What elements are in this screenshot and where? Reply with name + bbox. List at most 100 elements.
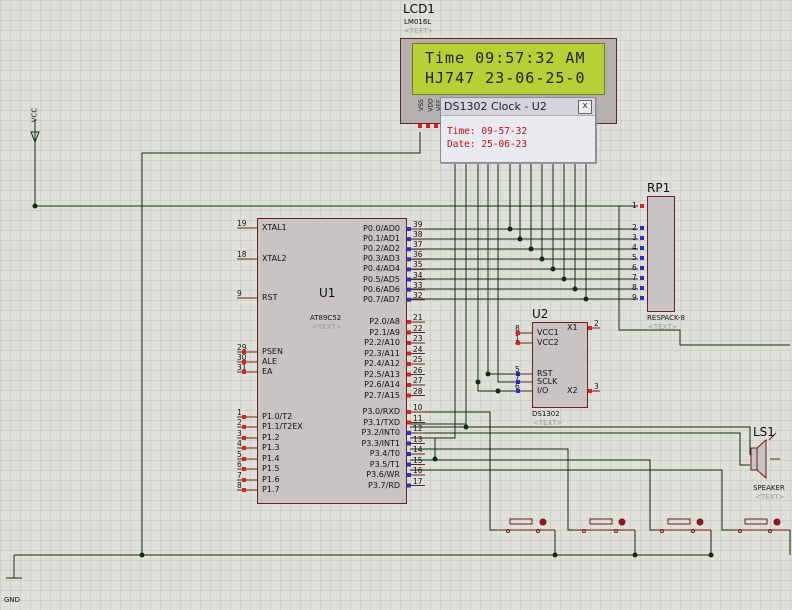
u2-pin-number: 3 [594,382,599,391]
u1-pin-number: 8 [237,481,242,490]
u1-pin-number: 10 [413,403,423,412]
u1-pin-label: P3.2/INT0 [361,428,400,437]
key-1[interactable] [497,518,555,533]
u1-pin-number: 34 [413,270,423,280]
u1-pin-number: 13 [413,434,423,444]
u1-pin-number: 21 [413,313,423,322]
pin-marker [407,473,411,477]
u1-pin-label: P3.6/WR [366,470,400,479]
pin-marker [640,296,644,300]
u1-pin-number: 16 [413,466,423,475]
pin-marker [242,425,246,429]
u1-pin-number: 35 [413,260,423,270]
pin-marker [640,256,644,260]
u1-pin-label: P2.4/A12 [364,359,400,368]
u1-pin-number: 4 [237,439,242,448]
vcc-symbol [30,120,40,144]
pin-marker [407,341,411,345]
rp1-pin-number: 3 [632,233,637,242]
u1-pin-label: P2.1/A9 [369,327,400,337]
u1-pin-label: P2.7/A15 [364,390,400,400]
u1-pin-number: 7 [237,471,242,480]
u2-pin-number: 7 [515,373,520,382]
pin-marker [407,362,411,366]
speaker-symbol[interactable] [750,432,780,480]
pin-marker [242,488,246,492]
key-2[interactable] [573,518,635,533]
u1-pin-number: 2 [237,418,242,427]
u1-pin-number: 6 [237,460,242,469]
u2-pin-label: VCC1 [537,328,559,337]
u1-pin-label: P2.0/A8 [369,317,400,326]
u1-pin-label: P1.4 [262,454,280,463]
u1-pin-label: P2.5/A13 [364,369,400,379]
u1-pin-number: 1 [237,408,242,417]
u2-ref: U2 [532,307,549,321]
popup-time-value: 09-57-32 [481,126,528,137]
u1-pin-label: P3.7/RD [368,480,400,490]
u1-pin-label: P2.6/A14 [364,380,400,389]
key-4[interactable] [733,518,790,533]
pin-marker [407,372,411,377]
pin-marker [242,446,246,450]
u2-pin-number: 6 [515,382,520,391]
pin-marker [242,478,246,482]
ls1-ref: LS1 [753,425,775,439]
rp1-body[interactable] [647,196,675,312]
pin-marker [407,393,411,398]
rp1-part: RESPACK-8 [647,314,685,322]
u1-pin-number: 33 [413,280,423,290]
u1-pin-label: P3.4/T0 [369,449,400,458]
pin-marker [407,441,411,446]
pin-marker [407,320,411,324]
pin-marker [407,257,411,262]
pin-marker [640,236,644,240]
u1-pin-label: P0.1/AD1 [363,234,400,244]
u1-pin-label: P3.1/TXD [363,417,400,427]
u2-text-field: <TEXT> [533,419,563,427]
key-3[interactable] [655,518,711,533]
pin-marker [407,287,411,292]
pin-marker [407,483,411,488]
pin-marker [407,431,411,435]
pin-marker [407,383,411,387]
u1-pin-label: RST [262,293,278,302]
u2-part: DS1302 [532,410,560,418]
rp1-pin-number: 1 [632,201,637,210]
ds1302-clock-popup[interactable]: DS1302 Clock - U2 x Time: 09-57-32 Date:… [440,97,596,163]
popup-titlebar[interactable]: DS1302 Clock - U2 x [441,98,595,116]
pin-marker [242,436,246,440]
rp1-pin-number: 9 [632,293,637,302]
close-icon[interactable]: x [578,100,592,114]
rp1-pin-number: 4 [632,243,637,252]
u1-pin-number: 38 [413,230,423,240]
u1-pin-number: 19 [237,219,247,228]
u1-pin-label: XTAL2 [262,254,287,263]
pin-marker [407,330,411,335]
u1-pin-label: P3.3/INT1 [361,438,400,448]
u1-pin-number: 37 [413,240,423,250]
u1-pin-number: 30 [237,353,247,362]
rp1-pin-number: 2 [632,223,637,232]
u1-pin-number: 39 [413,220,423,229]
u2-pin-number: 1 [515,334,520,343]
u1-pin-label: P1.1/T2EX [262,422,303,431]
u1-pin-number: 27 [413,376,423,385]
u1-pin-label: P1.5 [262,464,280,473]
u1-pin-number: 29 [237,343,247,352]
rp1-right-wire [618,206,790,346]
pin-marker [407,452,411,456]
rp1-pin-number: 6 [632,263,637,272]
pin-marker [242,467,246,471]
u1-pin-label: P0.0/AD0 [363,224,400,233]
vcc-label: VCC [30,107,39,123]
u2-pin-label: VCC2 [537,338,559,347]
pin-marker [242,457,246,461]
u1-pin-number: 25 [413,355,423,364]
rp1-pin-number: 8 [632,283,637,292]
u1-pin-number: 22 [413,323,423,333]
u1-pin-number: 24 [413,344,423,354]
popup-date-value: 25-06-23 [481,139,528,150]
ls1-part: SPEAKER [753,484,785,492]
u1-pin-label: P2.3/A11 [364,348,400,358]
